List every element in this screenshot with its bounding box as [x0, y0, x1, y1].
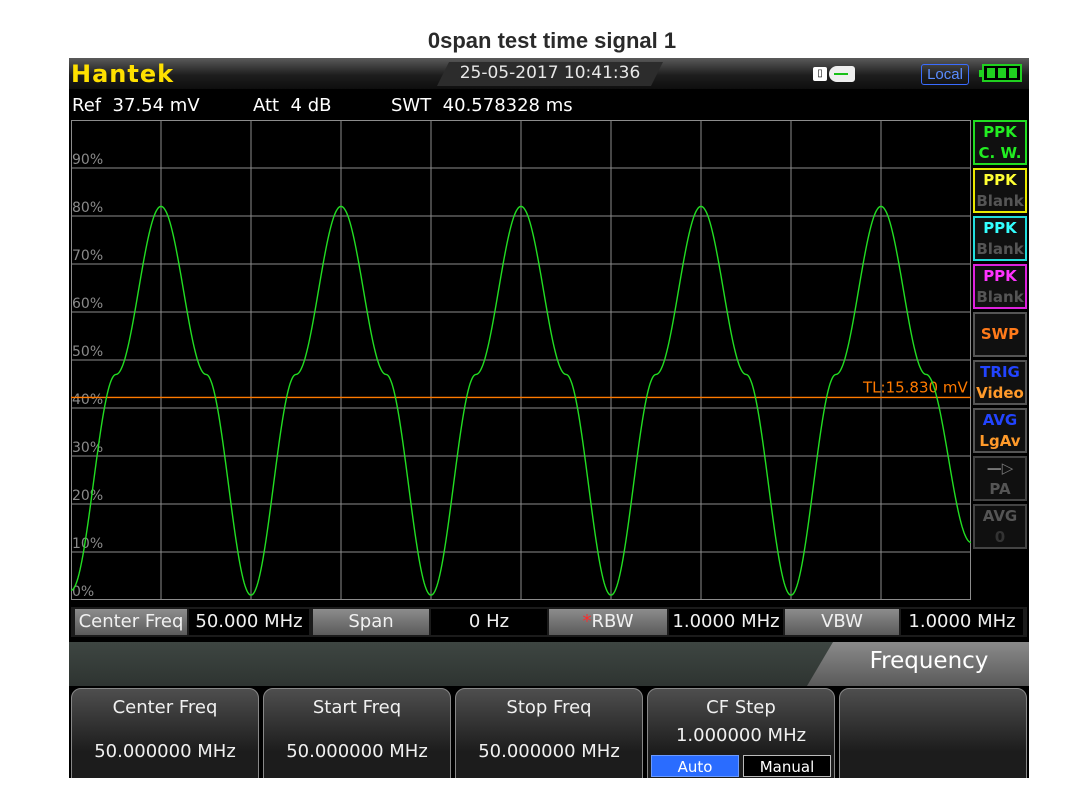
datetime: 25-05-2017 10:41:36 [459, 63, 641, 83]
storage-icon: ▯ [813, 67, 827, 81]
vbw-label[interactable]: VBW [785, 609, 899, 635]
softkey-label: Start Freq [312, 697, 402, 718]
y-axis-label: 60% [72, 296, 103, 312]
span-label[interactable]: Span [313, 609, 429, 635]
span-value: 0 Hz [431, 609, 547, 635]
side-status-button[interactable]: AVG 0 [973, 504, 1027, 549]
battery-full-icon [979, 64, 1022, 82]
cf-step-auto-option[interactable]: Auto [651, 755, 739, 777]
parameter-bar: Center Freq 50.000 MHz Span 0 Hz *RBW 1.… [71, 607, 1027, 637]
side-status-line1: AVG [982, 507, 1018, 525]
y-axis-label: 20% [72, 488, 103, 504]
side-status-line1: PPK [983, 219, 1017, 237]
trigger-level-label: TL:15.830 mV [862, 378, 968, 396]
side-status-line2: LgAv [979, 432, 1021, 450]
side-status-line2: Blank [976, 192, 1024, 210]
softkey-value: 50.000000 MHz [94, 741, 236, 762]
softkey-label: Stop Freq [506, 697, 592, 718]
side-status-button[interactable]: PPK Blank [973, 168, 1027, 213]
y-axis-label: 50% [72, 344, 103, 360]
rbw-value: 1.0000 MHz [669, 609, 783, 635]
softkey-start-freq[interactable]: Start Freq 50.000000 MHz [263, 688, 451, 778]
softkey-center-freq[interactable]: Center Freq 50.000000 MHz [71, 688, 259, 778]
side-status-button[interactable]: —▷ PA [973, 456, 1027, 501]
side-status-line1: PPK [983, 171, 1017, 189]
side-status-line1: AVG [982, 411, 1018, 429]
rbw-label: RBW [591, 611, 634, 632]
softkey-label: CF Step [706, 697, 776, 718]
cf-step-manual-option[interactable]: Manual [743, 755, 831, 777]
menu-title: Frequency [869, 648, 989, 674]
spectrum-graticule: 90% 80% 70% 60% 50% 40% 30% 20% 10% 0% TL:15.830 … [71, 120, 971, 600]
side-status-line2: 0 [994, 528, 1006, 546]
side-status-line1: PPK [983, 267, 1017, 285]
rbw-label-cell[interactable]: *RBW [549, 609, 667, 635]
y-axis-label: 40% [72, 392, 103, 408]
side-status-button[interactable]: PPK Blank [973, 264, 1027, 309]
side-status-line2: Blank [976, 288, 1024, 306]
side-status-line1: TRIG [980, 363, 1020, 381]
center-freq-value: 50.000 MHz [189, 609, 309, 635]
y-axis-label: 10% [72, 536, 103, 552]
side-status-line2: C. W. [978, 144, 1022, 162]
softkey-value: 50.000000 MHz [478, 741, 620, 762]
top-bar: Hantek 25-05-2017 10:41:36 ▯ Local [69, 58, 1029, 89]
brand-logo: Hantek [71, 60, 175, 88]
trace-plot: 90%80%70%60%50%40%30%20%10%0% TL:15.830 … [71, 120, 971, 600]
side-status-line2: Video [976, 384, 1024, 402]
center-freq-label[interactable]: Center Freq [75, 609, 187, 635]
side-status-line1: SWP [980, 325, 1020, 343]
side-status-button[interactable]: SWP [973, 312, 1027, 357]
usb-plug-icon [829, 66, 855, 82]
page-title: 0span test time signal 1 [427, 28, 677, 53]
side-status-button[interactable]: AVG LgAv [973, 408, 1027, 453]
side-status-button[interactable]: PPK Blank [973, 216, 1027, 261]
attenuation: Att 4 dB [253, 95, 332, 116]
ref-level: Ref 37.54 mV [72, 95, 200, 116]
y-axis-label: 70% [72, 248, 103, 264]
vbw-value: 1.0000 MHz [901, 609, 1023, 635]
analyzer-screen: Hantek 25-05-2017 10:41:36 ▯ Local Ref 3… [69, 58, 1029, 778]
softkey-cf-step[interactable]: CF Step 1.000000 MHz Auto Manual [647, 688, 835, 778]
side-status-button[interactable]: PPK C. W. [973, 120, 1027, 165]
local-remote-badge[interactable]: Local [921, 64, 969, 85]
sweep-time: SWT 40.578328 ms [391, 95, 573, 116]
softkey-value: 1.000000 MHz [675, 725, 807, 746]
softkey-label: Center Freq [112, 697, 218, 718]
y-axis-label: 80% [72, 200, 103, 216]
y-axis-label: 90% [72, 152, 103, 168]
softkey-stop-freq[interactable]: Stop Freq 50.000000 MHz [455, 688, 643, 778]
side-status-line1: PPK [983, 123, 1017, 141]
side-status-button[interactable]: TRIG Video [973, 360, 1027, 405]
side-status-line1: —▷ [986, 459, 1014, 477]
softkey-empty[interactable] [839, 688, 1027, 778]
side-status-line2: Blank [976, 240, 1024, 258]
side-status-line2: PA [989, 480, 1011, 498]
softkey-value: 50.000000 MHz [286, 741, 428, 762]
